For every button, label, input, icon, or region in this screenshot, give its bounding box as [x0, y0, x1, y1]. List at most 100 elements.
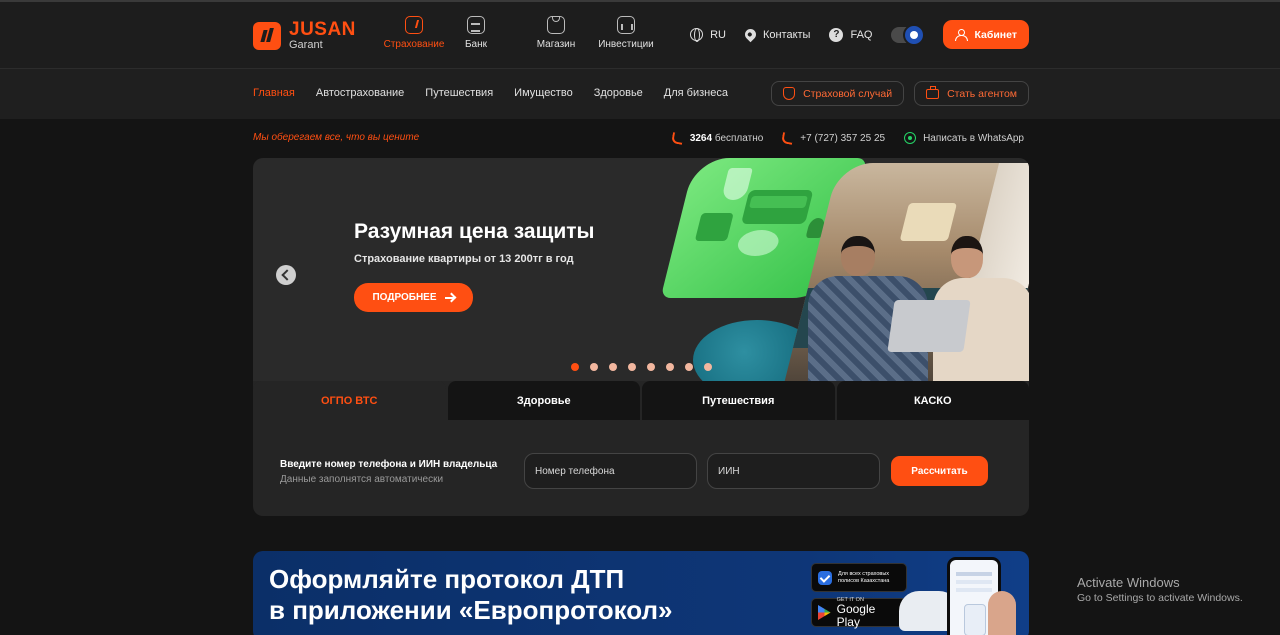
- main-nav: Страхование Банк Магазин Инвестиции: [380, 16, 654, 50]
- google-play-button[interactable]: GET IT ON Google Play: [811, 597, 907, 629]
- whatsapp-icon: [904, 132, 917, 144]
- language-switch[interactable]: RU: [690, 28, 726, 42]
- whatsapp-link[interactable]: Написать в WhatsApp: [904, 132, 1024, 144]
- tab-ogpo[interactable]: ОГПО ВТС: [253, 381, 446, 420]
- main-nav-label: Банк: [464, 39, 488, 50]
- insured-event-button[interactable]: Страховой случай: [771, 81, 905, 106]
- hero-title: Разумная цена защиты: [354, 220, 595, 243]
- short-number-link[interactable]: 3264 бесплатно: [670, 131, 764, 145]
- shield-icon: [783, 87, 796, 100]
- contacts-strip: 3264 бесплатно +7 (727) 357 25 25 Написа…: [670, 131, 1024, 145]
- tab-health[interactable]: Здоровье: [447, 381, 640, 420]
- logo-brand: JUSAN: [289, 19, 356, 40]
- more-label: ПОДРОБНЕЕ: [372, 292, 437, 303]
- become-agent-button[interactable]: Стать агентом: [914, 81, 1029, 106]
- location-pin-icon: [742, 26, 759, 43]
- cabinet-button[interactable]: Кабинет: [943, 20, 1029, 49]
- phone-icon: [670, 131, 684, 145]
- globe-icon: [690, 28, 704, 42]
- slider-dot[interactable]: [590, 363, 598, 371]
- slider-dot[interactable]: [571, 363, 579, 371]
- main-nav-shop[interactable]: Магазин: [520, 16, 592, 50]
- chart-icon: [617, 16, 635, 34]
- sub-nav-links: Главная Автострахование Путешествия Имущ…: [253, 87, 728, 99]
- main-nav-insurance[interactable]: Страхование: [380, 16, 448, 50]
- sofa-illustration: [740, 190, 814, 224]
- arrow-right-icon: [444, 296, 455, 299]
- phone-number: +7 (727) 357 25 25: [800, 132, 886, 144]
- moon-icon: [903, 23, 926, 46]
- calculator-instructions: Введите номер телефона и ИИН владельца Д…: [280, 459, 497, 485]
- calculator-hint: Данные заполнятся автоматически: [280, 474, 444, 485]
- banner-title-line1: Оформляйте протокол ДТП: [269, 564, 625, 594]
- theme-toggle[interactable]: [891, 23, 926, 46]
- slider-dot[interactable]: [704, 363, 712, 371]
- faq-link[interactable]: ? FAQ: [829, 27, 873, 42]
- sub-nav-item-home[interactable]: Главная: [253, 87, 295, 99]
- slider-dot[interactable]: [666, 363, 674, 371]
- logo[interactable]: JUSAN Garant: [253, 20, 356, 51]
- person-head: [951, 236, 983, 278]
- phone-icon: [781, 131, 795, 145]
- shield-icon: [405, 16, 423, 34]
- slider-dots: [571, 363, 712, 371]
- slogan: Мы оберегаем все, что вы цените: [253, 132, 420, 143]
- insured-event-label: Страховой случай: [803, 87, 893, 100]
- calculate-button[interactable]: Рассчитать: [891, 456, 988, 486]
- app-badge[interactable]: Для всех страховых полисов Казахстана: [811, 563, 907, 592]
- sub-nav: Главная Автострахование Путешествия Имущ…: [0, 69, 1280, 119]
- main-nav-label: Магазин: [536, 39, 576, 50]
- sub-nav-item-travel[interactable]: Путешествия: [425, 87, 493, 99]
- sub-nav-item-health[interactable]: Здоровье: [594, 87, 643, 99]
- sub-nav-item-business[interactable]: Для бизнеса: [664, 87, 728, 99]
- tab-travel[interactable]: Путешествия: [642, 381, 835, 420]
- logo-mark-icon: [253, 21, 281, 50]
- contacts-label: Контакты: [762, 28, 811, 41]
- logo-text: JUSAN Garant: [289, 20, 356, 51]
- slider-dot[interactable]: [685, 363, 693, 371]
- logo-sub: Garant: [289, 39, 323, 51]
- main-nav-bank[interactable]: Банк: [448, 16, 504, 50]
- sub-nav-buttons: Страховой случай Стать агентом: [771, 81, 1029, 106]
- slider-dot[interactable]: [647, 363, 655, 371]
- main-nav-investments[interactable]: Инвестиции: [598, 16, 654, 50]
- header-right: RU Контакты ? FAQ Кабинет: [690, 20, 1029, 49]
- cabinet-label: Кабинет: [974, 28, 1017, 41]
- header: JUSAN Garant Страхование Банк Магазин Ин…: [0, 2, 1280, 69]
- main-nav-label: Инвестиции: [598, 39, 654, 50]
- hero-subtitle: Страхование квартиры от 13 200тг в год: [354, 253, 574, 265]
- windows-activation-title: Activate Windows: [1077, 575, 1180, 590]
- phone-input[interactable]: [524, 453, 697, 489]
- banner-title-line2: в приложении «Европротокол»: [269, 595, 673, 625]
- phone-link[interactable]: +7 (727) 357 25 25: [781, 131, 886, 145]
- sub-nav-item-auto[interactable]: Автострахование: [316, 87, 404, 99]
- europrotocol-banner[interactable]: Оформляйте протокол ДТП в приложении «Ев…: [253, 551, 1029, 635]
- user-icon: [955, 28, 969, 41]
- google-play-name: Google Play: [836, 601, 876, 629]
- slider-dot[interactable]: [609, 363, 617, 371]
- sub-nav-item-property[interactable]: Имущество: [514, 87, 573, 99]
- slider-dot[interactable]: [628, 363, 636, 371]
- calculator-tabs: ОГПО ВТС Здоровье Путешествия КАСКО: [253, 381, 1029, 420]
- windows-activation-text: Go to Settings to activate Windows.: [1077, 592, 1243, 604]
- briefcase-icon: [926, 85, 940, 99]
- app-badge-text: Для всех страховых полисов Казахстана: [838, 571, 889, 585]
- slider-prev-button[interactable]: [276, 265, 296, 285]
- calculator: ОГПО ВТС Здоровье Путешествия КАСКО Введ…: [253, 381, 1029, 516]
- tab-kasko[interactable]: КАСКО: [836, 381, 1029, 420]
- laptop: [887, 300, 971, 352]
- faq-label: FAQ: [850, 28, 873, 41]
- table-illustration: [735, 230, 782, 256]
- more-button[interactable]: ПОДРОБНЕЕ: [354, 283, 473, 312]
- bank-icon: [467, 16, 485, 34]
- short-number-text: 3264 бесплатно: [689, 132, 764, 144]
- iin-input[interactable]: [707, 453, 880, 489]
- info-bar: Мы оберегаем все, что вы цените 3264 бес…: [253, 129, 1029, 147]
- contacts-link[interactable]: Контакты: [742, 26, 811, 43]
- google-play-text: GET IT ON Google Play: [837, 597, 900, 629]
- language-label: RU: [710, 28, 726, 41]
- banner-title: Оформляйте протокол ДТП в приложении «Ев…: [269, 564, 672, 626]
- app-badge-line2: полисов Казахстана: [838, 577, 890, 584]
- armchair-illustration: [694, 213, 734, 241]
- hero-slider: Разумная цена защиты Страхование квартир…: [253, 158, 1029, 383]
